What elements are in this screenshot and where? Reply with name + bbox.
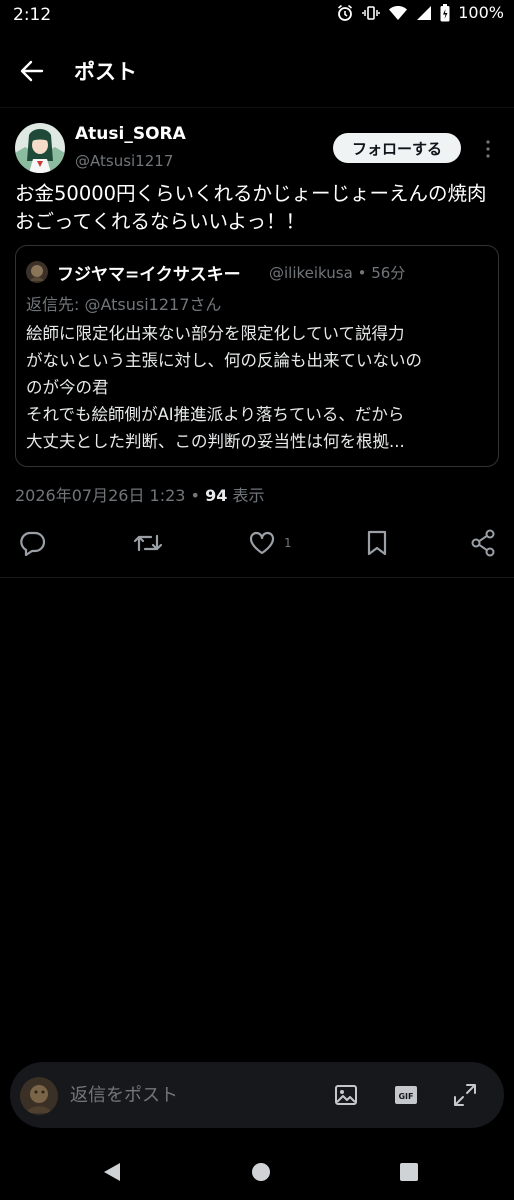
view-count: 94 (205, 486, 228, 505)
nav-back-button[interactable] (101, 1161, 123, 1183)
reply-input[interactable] (68, 1084, 312, 1107)
quoted-line: 大丈夫とした判断、この判断の妥当性は何を根拠... (26, 432, 405, 451)
like-button[interactable]: 1 (248, 528, 292, 558)
more-options-button[interactable] (480, 138, 496, 160)
reply-icon (20, 531, 46, 556)
quoted-line: がないという主張に対し、何の反論も出来ていないの (26, 351, 422, 370)
quoted-post-text: 絵師に限定化出来ない部分を限定化していて説得力 がないという主張に対し、何の反論… (26, 320, 490, 455)
signal-icon (417, 5, 432, 20)
status-time: 2:12 (13, 5, 52, 25)
like-icon (249, 531, 275, 555)
views-label: 表示 (232, 486, 265, 505)
back-arrow-icon (20, 60, 44, 82)
nav-home-icon (252, 1163, 270, 1181)
add-gif-button[interactable]: GIF (393, 1082, 419, 1108)
status-bar: 2:12 100% (0, 0, 514, 30)
more-vertical-icon (486, 140, 490, 158)
quoted-author-handle: @ilikeikusa (269, 264, 353, 282)
nav-home-button[interactable] (250, 1161, 272, 1183)
bookmark-icon (367, 530, 387, 556)
actions-divider (0, 577, 514, 578)
share-button[interactable] (470, 528, 496, 558)
post-timestamp: 2026年07月26日 1:23 • 94 表示 (15, 486, 265, 505)
system-nav-bar (0, 1150, 514, 1200)
nav-recents-button[interactable] (399, 1162, 419, 1182)
repost-button[interactable] (133, 528, 163, 558)
post-text: お金50000円くらいくれるかじょーじょーえんの焼肉おごってくれるならいいよっ！… (15, 182, 487, 233)
reply-composer[interactable]: GIF (10, 1062, 504, 1128)
vibrate-icon (362, 5, 380, 20)
author-name[interactable]: Atusi_SORA (75, 124, 186, 144)
follow-button[interactable]: フォローする (333, 133, 461, 163)
back-button[interactable] (20, 56, 60, 86)
status-icons: 100% (336, 3, 504, 22)
quoted-post-card[interactable]: フジヤマ=イクサスキー @ilikeikusa • 56分 返信先: @Atsu… (15, 245, 499, 467)
reply-button[interactable] (18, 528, 46, 558)
share-icon (471, 529, 495, 557)
image-icon (335, 1085, 357, 1105)
gif-label: GIF (398, 1092, 413, 1101)
expand-composer-button[interactable] (452, 1082, 478, 1108)
page-title: ポスト (74, 60, 137, 84)
author-avatar[interactable] (15, 123, 65, 173)
wifi-icon (389, 5, 408, 20)
quoted-author-avatar (26, 261, 48, 283)
retweet-icon (133, 534, 163, 552)
post-datetime: 2026年07月26日 1:23 (15, 486, 186, 505)
top-app-bar: ポスト (0, 40, 514, 100)
quoted-reply-to: 返信先: @Atsusi1217さん (26, 295, 222, 314)
quoted-post-time: 56分 (371, 264, 406, 282)
expand-icon (454, 1084, 476, 1106)
add-image-button[interactable] (333, 1082, 359, 1108)
nav-back-icon (104, 1163, 120, 1181)
nav-recents-icon (400, 1163, 418, 1181)
alarm-icon (338, 4, 353, 21)
quoted-line: のが今の君 (26, 378, 109, 397)
header-divider (0, 107, 514, 108)
gif-icon: GIF (395, 1086, 417, 1104)
battery-percent: 100% (458, 3, 504, 22)
bookmark-button[interactable] (365, 528, 389, 558)
quoted-line: 絵師に限定化出来ない部分を限定化していて説得力 (26, 324, 405, 343)
quoted-meta: @ilikeikusa • 56分 (269, 264, 406, 282)
author-handle[interactable]: @Atsusi1217 (75, 152, 173, 170)
quoted-line: それでも絵師側がAI推進派より落ちている、だから (26, 405, 405, 424)
battery-icon (440, 3, 450, 21)
composer-avatar (20, 1077, 58, 1115)
like-count: 1 (284, 536, 292, 550)
quoted-author-name: フジヤマ=イクサスキー (57, 265, 241, 285)
